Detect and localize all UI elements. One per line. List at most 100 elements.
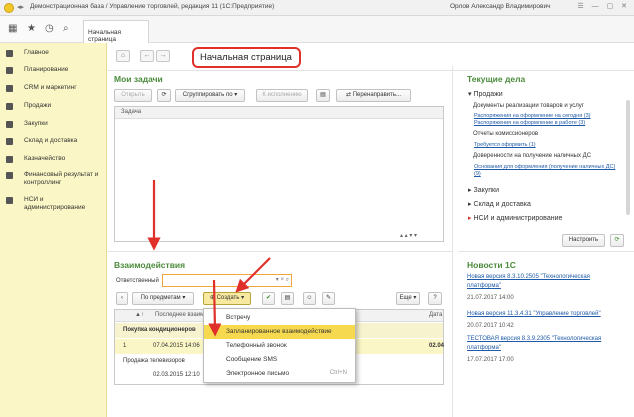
responsible-input[interactable]: ▾ × ⌕ xyxy=(162,274,292,287)
window-controls[interactable]: ☰ — ▢ ✕ xyxy=(577,2,630,10)
sidebar-item-label: CRM и маркетинг xyxy=(24,84,77,91)
tasks-grid-header: Задача xyxy=(115,107,443,119)
sidebar-item-main[interactable]: Главное xyxy=(0,47,107,61)
news-link-cont[interactable]: платформа" xyxy=(467,283,501,289)
menu-item-label: Запланированное взаимодействие xyxy=(226,328,332,335)
header-divider xyxy=(108,70,634,71)
group-label: НСИ и администрирование xyxy=(473,215,563,222)
menu-item-label: Сообщение SMS xyxy=(226,356,278,363)
commission-link[interactable]: Требуется оформить (1) xyxy=(474,142,536,148)
forward-button[interactable]: → xyxy=(156,50,170,62)
current-user[interactable]: Орлов Александр Владимирович xyxy=(450,3,550,10)
responsible-label: Ответственный xyxy=(116,278,159,284)
search-icon[interactable]: ⌕ xyxy=(63,23,69,34)
panel-divider xyxy=(452,66,453,417)
menu-item-label: Встречу xyxy=(226,314,251,321)
refresh-icon[interactable]: ⟳ xyxy=(610,234,624,247)
menu-item-phone-call[interactable]: Телефонный звонок xyxy=(204,339,355,353)
interactions-title: Взаимодействия xyxy=(114,260,186,270)
tasks-grid: Задача ▴ ▴ ▾ ▾ xyxy=(114,106,444,242)
news-link[interactable]: Новая версия 11.3.4.31 "Управление торго… xyxy=(467,311,601,317)
menu-item-meeting[interactable]: Встречу xyxy=(204,311,355,325)
check-icon[interactable]: ✔ xyxy=(262,292,275,305)
home-button[interactable]: ⌂ xyxy=(116,50,130,62)
by-subjects-button[interactable]: По предметам ▾ xyxy=(132,292,194,305)
to-execute-button[interactable]: К исполнению xyxy=(256,89,308,102)
window-title: Демонстрационная база / Управление торго… xyxy=(30,3,275,10)
reassign-button[interactable]: ⇄ Перенаправить... xyxy=(336,89,411,102)
sidebar-item-treasury[interactable]: Казначейство xyxy=(0,153,107,167)
create-menu: Встречу Запланированное взаимодействие Т… xyxy=(203,308,356,383)
purchases-icon xyxy=(6,121,13,128)
edit-icon[interactable]: ✎ xyxy=(322,292,335,305)
tasks-title: Мои задачи xyxy=(114,74,163,84)
sidebar-item-label: Склад и доставка xyxy=(24,137,78,144)
menu-item-label: Электронное письмо xyxy=(226,370,290,377)
group-admin[interactable]: ▸ НСИ и администрирование xyxy=(468,214,562,222)
toolstrip: ▦ ★ ◷ ⌕ xyxy=(0,16,82,43)
news-date: 17.07.2017 17:00 xyxy=(467,357,514,363)
docs-link-work[interactable]: Распоряжения на оформление в работе (3) xyxy=(474,120,585,126)
group-by-button[interactable]: Сгруппировать по ▾ xyxy=(175,89,245,102)
finance-icon xyxy=(6,172,13,179)
app-logo-icon[interactable] xyxy=(4,3,14,13)
back-button[interactable]: ← xyxy=(140,50,154,62)
poa-title: Доверенности на получение наличных ДС xyxy=(473,153,592,159)
collapse-icon[interactable]: ‹ xyxy=(116,292,128,305)
sales-icon xyxy=(6,103,13,110)
tab-home[interactable]: Начальная страница xyxy=(83,20,149,43)
news-link-cont[interactable]: платформа" xyxy=(467,345,501,351)
sidebar-item-planning[interactable]: Планирование xyxy=(0,64,107,78)
input-controls-icon[interactable]: ▾ × ⌕ xyxy=(276,276,289,284)
menu-item-sms[interactable]: Сообщение SMS xyxy=(204,353,355,367)
planning-icon xyxy=(6,67,13,74)
sales-group[interactable]: ▾ Продажи xyxy=(468,90,503,98)
sidebar-item-warehouse[interactable]: Склад и доставка xyxy=(0,135,107,149)
sidebar-item-sales[interactable]: Продажи xyxy=(0,100,107,114)
sidebar-item-admin[interactable]: НСИ и администрирование xyxy=(0,194,107,216)
sidebar-item-finance[interactable]: Финансовый результат и контроллинг xyxy=(0,169,107,191)
group-label: Закупки xyxy=(473,187,499,194)
open-button[interactable]: Открыть xyxy=(114,89,152,102)
row-number: 1 xyxy=(123,343,127,349)
sort-icon[interactable]: ▲↑ xyxy=(135,312,144,318)
group-warehouse[interactable]: ▸ Склад и доставка xyxy=(468,200,531,208)
poa-link-count[interactable]: (9) xyxy=(474,171,481,177)
create-label: Создать xyxy=(216,295,240,301)
history-icon[interactable]: ◷ xyxy=(45,23,54,34)
help-button[interactable]: ? xyxy=(428,292,442,305)
row-date: 02.04 xyxy=(429,343,445,349)
docs-link-today[interactable]: Распоряжения на оформление на сегодня (3… xyxy=(474,113,590,119)
group-label: Склад и доставка xyxy=(473,201,531,208)
news-date: 20.07.2017 10:42 xyxy=(467,323,514,329)
sidebar-item-label: Главное xyxy=(24,49,49,56)
report-icon[interactable]: ▤ xyxy=(316,89,330,102)
menu-item-planned-interaction[interactable]: Запланированное взаимодействие xyxy=(204,325,355,339)
by-subjects-label: По предметам xyxy=(140,295,181,301)
create-button[interactable]: ⊕ Создать ▾ xyxy=(203,292,251,305)
menu-item-email[interactable]: Электронное письмо Ctrl+N xyxy=(204,367,355,381)
favorites-icon[interactable]: ★ xyxy=(27,23,36,34)
sales-group-label: Продажи xyxy=(473,91,503,98)
treasury-icon xyxy=(6,156,13,163)
apps-icon[interactable]: ▦ xyxy=(8,23,17,34)
row-text: 07.04.2015 14:06 xyxy=(153,343,200,349)
document-icon[interactable]: ▤ xyxy=(281,292,294,305)
more-button[interactable]: Еще ▾ xyxy=(396,292,420,305)
poa-link[interactable]: Основания для оформления (получение нали… xyxy=(474,164,615,170)
tab-strip: Начальная страница xyxy=(82,16,634,43)
titlebar-nav-icon[interactable]: ◂▸ xyxy=(17,3,24,11)
configure-button[interactable]: Настроить xyxy=(562,234,605,247)
news-link[interactable]: Новая версия 8.3.10.2505 "Технологическа… xyxy=(467,274,590,280)
scrollbar[interactable] xyxy=(626,100,630,215)
section-divider xyxy=(458,251,634,252)
grid-pager[interactable]: ▴ ▴ ▾ ▾ xyxy=(400,232,417,239)
group-purchases[interactable]: ▸ Закупки xyxy=(468,186,499,194)
person-icon[interactable]: ☺ xyxy=(303,292,316,305)
page-title: Начальная страница xyxy=(200,52,292,63)
news-link[interactable]: ТЕСТОВАЯ версия 8.3.9.2305 "Технологичес… xyxy=(467,336,601,342)
refresh-icon[interactable]: ⟳ xyxy=(157,89,171,102)
sidebar-item-crm[interactable]: CRM и маркетинг xyxy=(0,82,107,96)
sidebar-item-purchases[interactable]: Закупки xyxy=(0,118,107,132)
menu-icon xyxy=(6,50,13,57)
